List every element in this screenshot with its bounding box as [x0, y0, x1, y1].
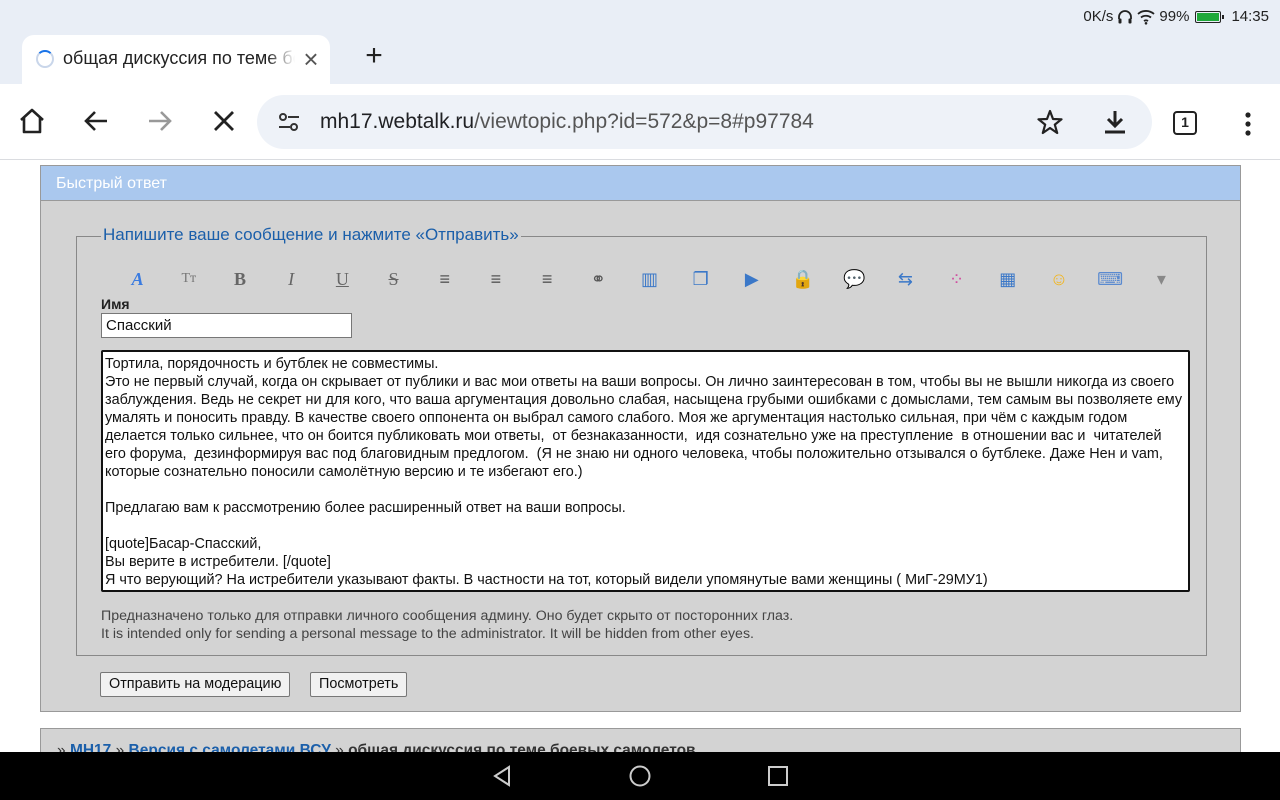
close-tab-icon[interactable]: ×	[298, 46, 324, 72]
tab-switcher-button[interactable]: 1	[1173, 111, 1197, 135]
breadcrumb-topic: общая дискуссия по теме боевых самолетов	[348, 742, 696, 752]
bookmark-star-icon[interactable]	[1037, 109, 1063, 135]
status-indicators: 0K/s 99% 14:35	[1083, 8, 1269, 25]
strikethrough-icon[interactable]: S	[368, 265, 419, 293]
reply-form-fieldset: Напишите ваше сообщение и нажмите «Отпра…	[76, 225, 1207, 656]
private-note-en: It is intended only for sending a person…	[101, 626, 754, 642]
browser-toolbar: mh17.webtalk.ru/viewtopic.php?id=572&p=8…	[0, 84, 1280, 160]
bbcode-toolbar: A Tт B I U S ≡ ≡ ≡ ⚭ ▥ ❐ ▶ 🔒 💬 ⇆ ⁘ ▦ ☺ ⌨ ▾	[112, 265, 1187, 293]
align-left-icon[interactable]: ≡	[419, 265, 470, 293]
copy-icon[interactable]: ❐	[675, 265, 726, 293]
lock-icon[interactable]: 🔒	[777, 265, 828, 293]
clock: 14:35	[1231, 8, 1269, 25]
battery-percent: 99%	[1159, 8, 1190, 25]
font-size-icon[interactable]: Tт	[163, 265, 214, 293]
quick-reply-block: Быстрый ответ Напишите ваше сообщение и …	[40, 165, 1241, 712]
nav-back-icon[interactable]	[490, 764, 514, 788]
download-icon[interactable]	[1102, 108, 1128, 136]
underline-icon[interactable]: U	[317, 265, 368, 293]
forward-icon[interactable]	[145, 106, 175, 136]
net-speed: 0K/s	[1083, 8, 1114, 25]
breadcrumb-separator: »	[335, 742, 344, 752]
back-icon[interactable]	[81, 106, 111, 136]
system-nav-bar	[0, 752, 1280, 800]
address-bar[interactable]: mh17.webtalk.ru/viewtopic.php?id=572&p=8…	[257, 95, 1152, 149]
quick-reply-title: Быстрый ответ	[41, 166, 1240, 201]
stop-loading-icon[interactable]	[209, 106, 239, 136]
home-icon[interactable]	[17, 106, 47, 136]
breadcrumb-forum-link[interactable]: MH17	[70, 742, 111, 752]
url-text[interactable]: mh17.webtalk.ru/viewtopic.php?id=572&p=8…	[320, 110, 814, 134]
align-right-icon[interactable]: ≡	[522, 265, 573, 293]
submit-moderation-button[interactable]: Отправить на модерацию	[100, 672, 291, 697]
more-menu-icon[interactable]	[1238, 110, 1258, 138]
browser-tab[interactable]: общая дискуссия по теме боевых самолетов…	[22, 35, 330, 84]
more-dropdown-icon[interactable]: ▾	[1136, 265, 1187, 293]
tab-strip: общая дискуссия по теме боевых самолетов…	[0, 32, 1280, 84]
italic-icon[interactable]: I	[266, 265, 317, 293]
url-path: /viewtopic.php?id=572&p=8#p97784	[474, 110, 814, 133]
nav-recents-icon[interactable]	[766, 764, 790, 788]
message-textarea[interactable]: Тортила, порядочность и бутблек не совме…	[101, 350, 1190, 592]
headphones-icon	[1118, 9, 1133, 23]
align-center-icon[interactable]: ≡	[470, 265, 521, 293]
bold-icon[interactable]: B	[214, 265, 265, 293]
loading-spinner-icon	[36, 50, 54, 68]
font-color-icon[interactable]: A	[112, 265, 163, 293]
smiley-icon[interactable]: ☺	[1033, 265, 1084, 293]
link-icon[interactable]: ⚭	[573, 265, 624, 293]
new-tab-icon[interactable]: +	[360, 41, 388, 71]
table-icon[interactable]: ▦	[982, 265, 1033, 293]
video-icon[interactable]: ▶	[726, 265, 777, 293]
book-icon[interactable]: ▥	[624, 265, 675, 293]
tab-title: общая дискуссия по теме боевых самолетов	[63, 48, 295, 68]
site-settings-icon[interactable]	[277, 110, 301, 134]
breadcrumb-separator: »	[115, 742, 125, 752]
color-palette-icon[interactable]: ⁘	[931, 265, 982, 293]
keyboard-icon[interactable]: ⌨	[1085, 265, 1136, 293]
status-bar: 0K/s 99% 14:35	[0, 0, 1280, 32]
nav-home-icon[interactable]	[628, 764, 652, 788]
breadcrumb-section-link[interactable]: Версия с самолетами ВСУ	[129, 742, 331, 752]
name-field[interactable]: Спасский	[101, 313, 352, 338]
form-legend: Напишите ваше сообщение и нажмите «Отпра…	[101, 225, 521, 245]
preview-button[interactable]: Посмотреть	[310, 672, 408, 697]
web-page: Быстрый ответ Напишите ваше сообщение и …	[0, 161, 1280, 752]
name-label: Имя	[101, 296, 130, 312]
url-host: mh17.webtalk.ru	[320, 110, 475, 133]
battery-icon	[1195, 10, 1225, 23]
breadcrumb: » MH17 » Версия с самолетами ВСУ » общая…	[40, 728, 1241, 752]
image-icon[interactable]: ⇆	[880, 265, 931, 293]
breadcrumb-separator: »	[57, 742, 66, 752]
private-note: Предназначено только для отправки личног…	[101, 607, 793, 643]
speech-bubble-icon[interactable]: 💬	[829, 265, 880, 293]
wifi-icon	[1137, 9, 1156, 25]
private-note-ru: Предназначено только для отправки личног…	[101, 608, 794, 624]
